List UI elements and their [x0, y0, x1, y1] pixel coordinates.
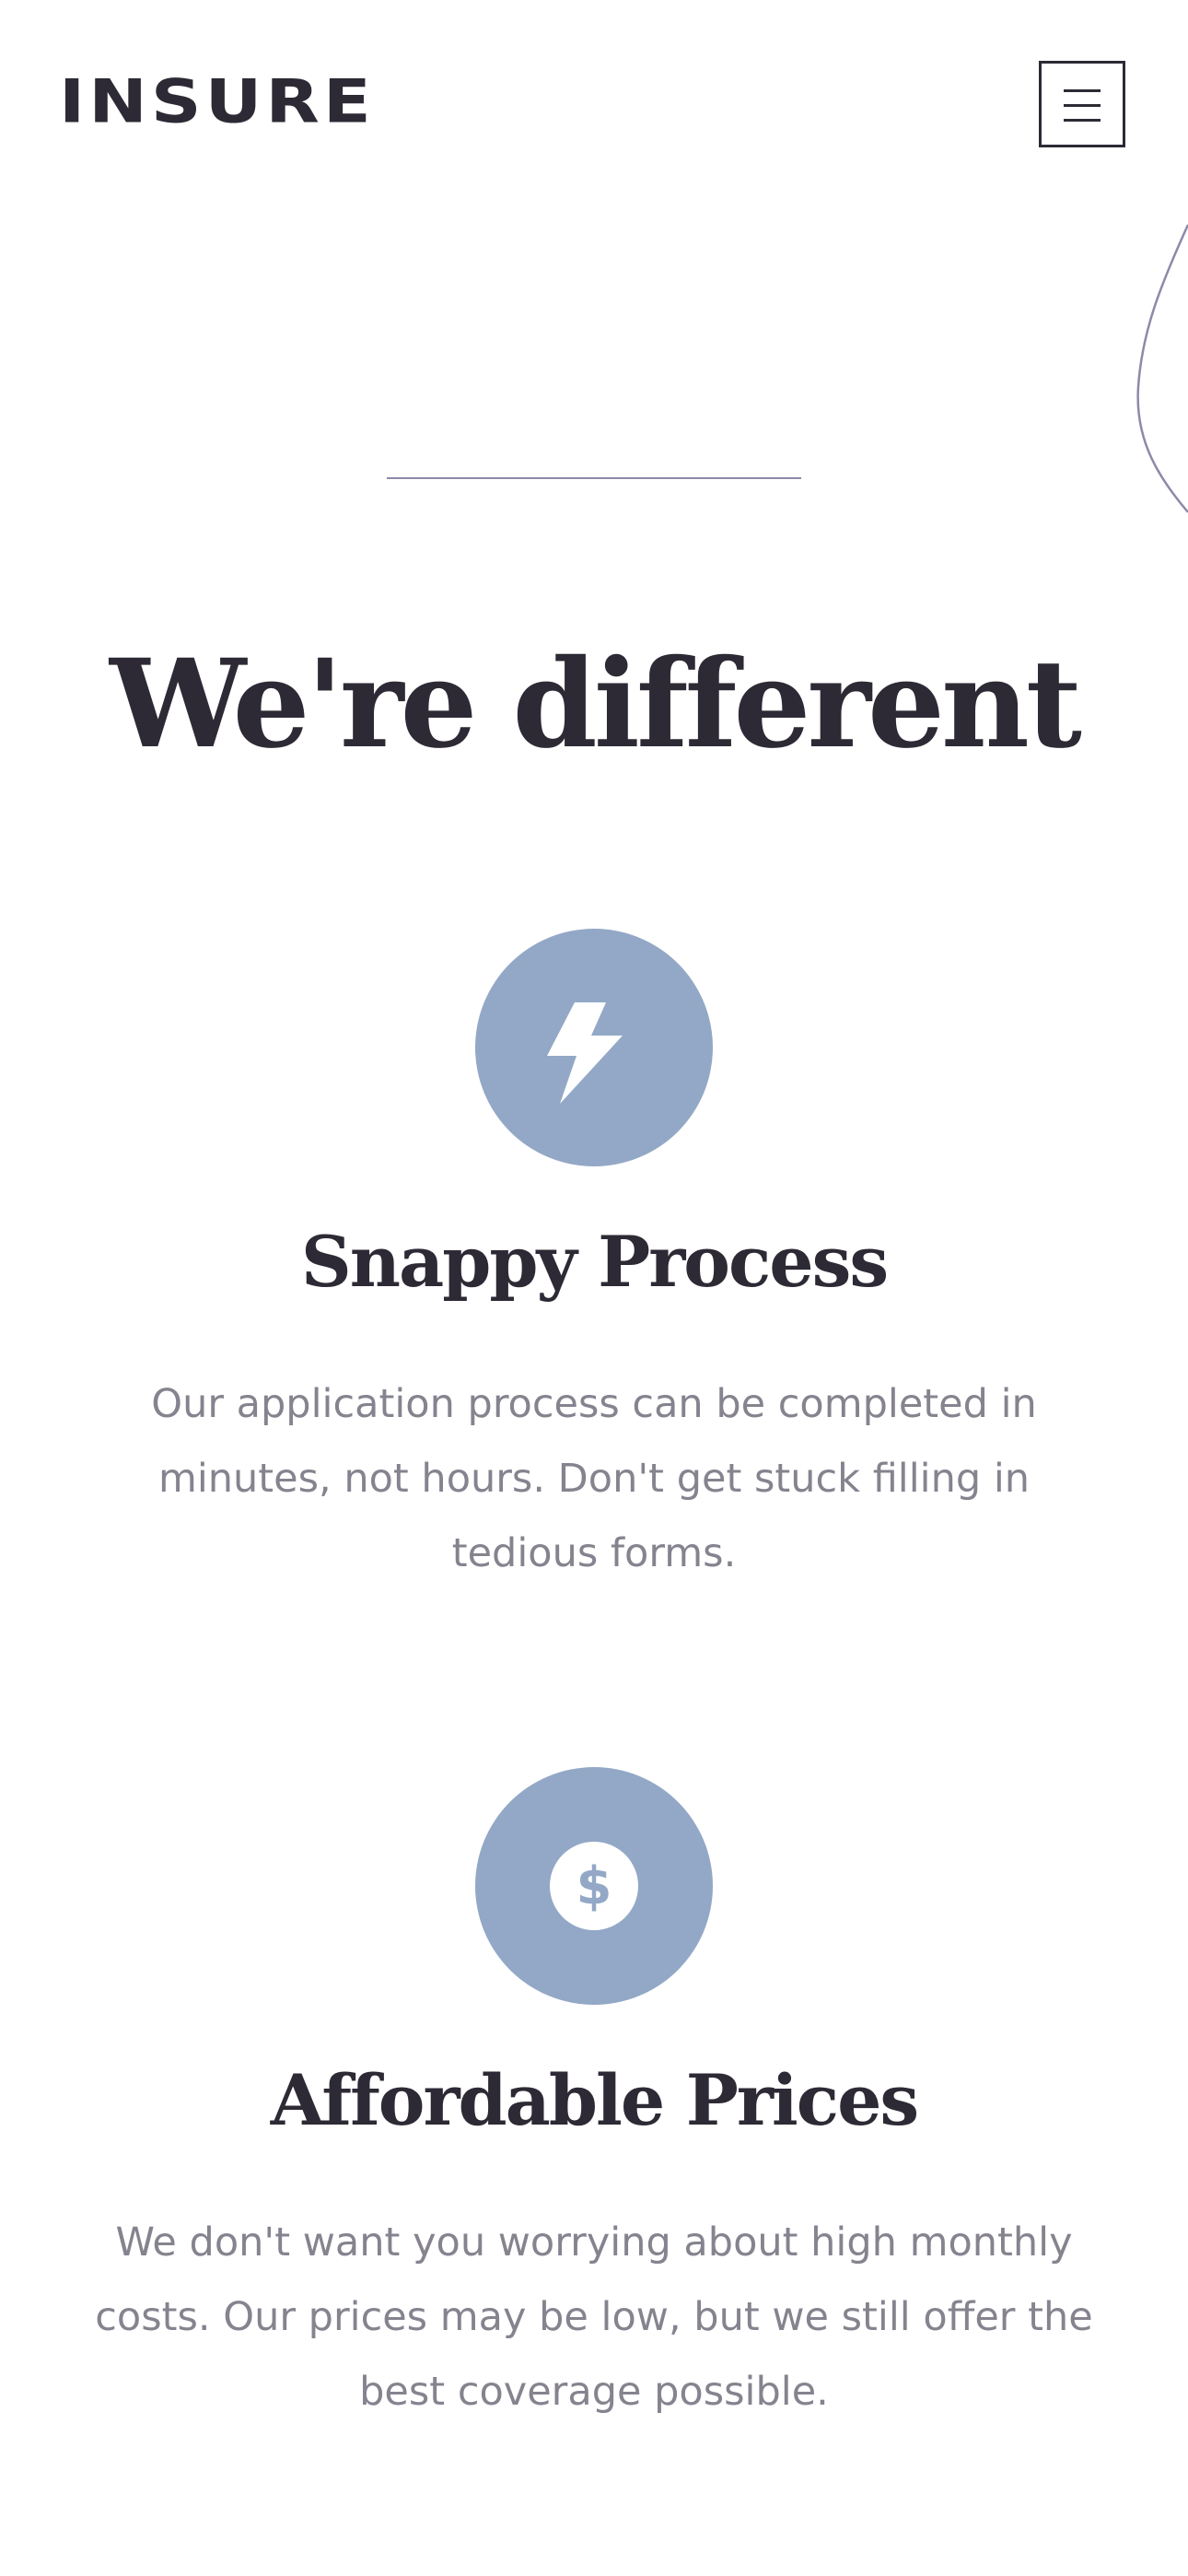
- hamburger-menu-icon-bar: [1064, 119, 1101, 122]
- feature-icon-circle: $: [475, 1767, 713, 2005]
- dollar-coin-icon: $: [550, 1842, 638, 1930]
- logo[interactable]: INSURE: [59, 71, 375, 131]
- svg-text:$: $: [577, 1856, 612, 1916]
- site-header: INSURE: [0, 0, 1188, 208]
- section-title: We're different: [110, 633, 1082, 776]
- feature-description-line: We don't want you worrying about high mo…: [115, 2219, 1073, 2266]
- feature-description-line: tedious forms.: [451, 1530, 737, 1576]
- feature-description: We don't want you worrying about high mo…: [0, 2206, 1188, 2430]
- hamburger-menu-icon: [1064, 89, 1101, 92]
- feature-description-line: costs. Our prices may be low, but we sti…: [95, 2294, 1093, 2340]
- feature-title: Snappy Process: [300, 1221, 889, 1303]
- feature-description-line: minutes, not hours. Don't get stuck fill…: [157, 1456, 1031, 1502]
- section-divider: [387, 477, 801, 479]
- lightning-bolt-icon: [547, 1002, 623, 1104]
- hamburger-menu-button[interactable]: [1039, 61, 1125, 147]
- feature-description-line: best coverage possible.: [359, 2369, 829, 2415]
- feature-description-line: Our application process can be completed…: [151, 1381, 1037, 1427]
- feature-icon-circle: [475, 929, 713, 1166]
- hamburger-menu-icon-bar: [1064, 104, 1101, 107]
- feature-title: Affordable Prices: [270, 2059, 919, 2141]
- feature-description: Our application process can be completed…: [0, 1367, 1188, 1591]
- decorative-curve: [1136, 224, 1188, 513]
